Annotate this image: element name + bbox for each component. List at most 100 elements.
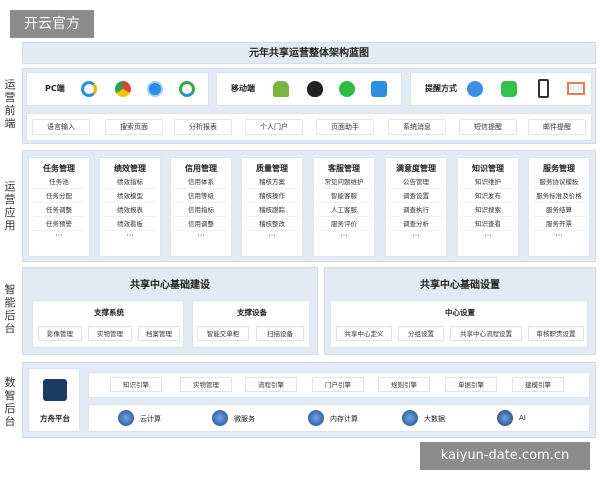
more-indicator: ··· [268,231,276,240]
side-label-char: 后 [4,309,16,322]
module-title: 质量管理 [256,164,288,173]
module-item[interactable]: 知识维护 [462,175,514,189]
safari-icon [147,81,163,97]
channel-pc: PC端 [26,72,209,106]
wechat-icon [339,81,355,97]
bigdata-icon [402,410,418,426]
func-pill[interactable]: 语言输入 [32,119,90,135]
module-item[interactable]: 知识发布 [462,189,514,203]
module-item[interactable]: 服务标准及价格 [533,189,585,203]
channel-remind: 提醒方式 [410,72,592,106]
module-title: 服务管理 [543,164,575,173]
side-label-char: 后 [4,402,16,415]
channel-pc-label: PC端 [45,84,65,93]
module-item[interactable]: 绩效报表 [104,203,156,217]
side-label-data: 数智后台 [2,376,18,428]
engine-item[interactable]: 单据引擎 [445,377,497,392]
app-icon [371,81,387,97]
module-item[interactable]: 人工客服 [318,203,370,217]
platform-box: 方舟平台 [28,368,80,432]
engine-item[interactable]: 实物管理 [180,377,232,392]
device-item[interactable]: 智能交单柜 [197,326,249,341]
build-title: 共享中心基础建设 [130,280,210,291]
module-task: 任务管理 任务池 任务分配 任务调整 任务预警 ··· [28,157,90,257]
tech-label: AI [519,414,526,422]
module-item[interactable]: 公告管理 [390,175,442,189]
side-label-app: 运营应用 [2,180,18,232]
module-item[interactable]: 知识搜索 [462,203,514,217]
module-item[interactable]: 常见问题维护 [318,175,370,189]
module-item[interactable]: 信用等级 [175,189,227,203]
module-item[interactable]: 服务开票 [533,217,585,231]
module-performance: 绩效管理 绩效指标 绩效模型 绩效报表 绩效看板 ··· [99,157,161,257]
center-item[interactable]: 审核职责设置 [528,326,584,341]
module-item[interactable]: 绩效看板 [104,217,156,231]
side-label-char: 智 [4,283,16,296]
module-item[interactable]: 调查执行 [390,203,442,217]
module-title: 满意度管理 [396,164,436,173]
support-item[interactable]: 档案管理 [138,326,180,341]
func-pill[interactable]: 个人门户 [245,119,303,135]
module-item[interactable]: 信用调整 [175,217,227,231]
engine-item[interactable]: 门户引擎 [312,377,364,392]
side-label-char: 数 [4,376,16,389]
module-item[interactable]: 稽核整改 [246,217,298,231]
module-item[interactable]: 智能客服 [318,189,370,203]
func-pill[interactable]: 搜索页面 [105,119,163,135]
ai-icon [497,410,513,426]
func-pill[interactable]: 系统消息 [388,119,446,135]
platform-icon [43,379,67,401]
module-item[interactable]: 任务分配 [33,189,85,203]
func-pill[interactable]: 页面助手 [316,119,374,135]
ie-icon [81,81,97,97]
module-title: 信用管理 [185,164,217,173]
module-item[interactable]: 信用指标 [175,203,227,217]
support-item[interactable]: 实物管理 [88,326,132,341]
module-item[interactable]: 任务调整 [33,203,85,217]
message-icon [501,81,517,97]
module-item[interactable]: 绩效指标 [104,175,156,189]
module-service-desk: 客服管理 常见问题维护 智能客服 人工客服 服务评价 ··· [313,157,375,257]
mail-icon [567,82,585,95]
func-pill[interactable]: 邮件提醒 [528,119,586,135]
memory-icon [308,410,324,426]
module-item[interactable]: 调查设置 [390,189,442,203]
module-item[interactable]: 调查分析 [390,217,442,231]
func-pill[interactable]: 短信提醒 [459,119,517,135]
module-item[interactable]: 服务结算 [533,203,585,217]
center-item[interactable]: 共享中心流程设置 [450,326,522,341]
func-pill[interactable]: 分析报表 [174,119,232,135]
side-label-char: 台 [4,415,16,428]
module-title: 客服管理 [328,164,360,173]
module-item[interactable]: 服务评价 [318,217,370,231]
module-knowledge: 知识管理 知识维护 知识发布 知识搜索 知识查看 ··· [457,157,519,257]
more-indicator: ··· [555,231,563,240]
architecture-diagram: 开云官方 元年共享运营整体架构蓝图 运营前端 运营应用 智能后台 数智后台 PC… [0,0,600,480]
tech-label: 内存计算 [330,415,358,423]
engine-item[interactable]: 规则引擎 [378,377,430,392]
module-item[interactable]: 绩效模型 [104,189,156,203]
module-item[interactable]: 知识查看 [462,217,514,231]
module-title: 任务管理 [43,164,75,173]
engine-item[interactable]: 流程引擎 [245,377,297,392]
side-label-front: 运营前端 [2,78,18,130]
center-item[interactable]: 分组设置 [398,326,444,341]
support-item[interactable]: 影像管理 [38,326,82,341]
module-item[interactable]: 稽核操作 [246,189,298,203]
center-item[interactable]: 共享中心定义 [336,326,392,341]
module-item[interactable]: 任务预警 [33,217,85,231]
engine-item[interactable]: 建模引擎 [512,377,564,392]
more-indicator: ··· [412,231,420,240]
center-settings-title: 中心设置 [445,308,475,317]
module-item[interactable]: 稽核方案 [246,175,298,189]
module-item[interactable]: 任务池 [33,175,85,189]
module-satisfaction: 满意度管理 公告管理 调查设置 调查执行 调查分析 ··· [385,157,447,257]
module-item[interactable]: 稽核跟踪 [246,203,298,217]
engine-item[interactable]: 知识引擎 [110,377,162,392]
module-item[interactable]: 服务协议模板 [533,175,585,189]
device-item[interactable]: 扫描设备 [256,326,304,341]
more-indicator: ··· [126,231,134,240]
module-item[interactable]: 信用体系 [175,175,227,189]
side-label-char: 台 [4,322,16,335]
channel-mobile: 移动端 [216,72,402,106]
